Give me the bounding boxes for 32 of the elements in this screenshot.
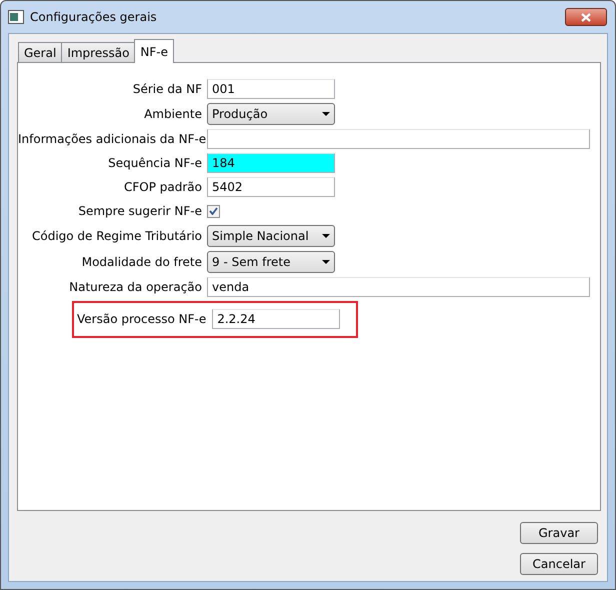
field-label: Série da NF <box>132 82 202 96</box>
caret-icon <box>322 260 330 264</box>
window-title: Configurações gerais <box>30 10 158 24</box>
dropdown[interactable]: 9 - Sem frete <box>207 251 335 273</box>
field-label: Natureza da operação <box>68 280 202 294</box>
tab[interactable]: NF-e <box>134 39 174 63</box>
field-label: Versão processo NF-e <box>77 312 206 326</box>
text-field[interactable] <box>207 129 590 149</box>
checkbox[interactable] <box>207 204 220 218</box>
text-field[interactable]: 001 <box>207 79 335 99</box>
close-button[interactable] <box>565 8 607 26</box>
caret-icon <box>322 112 330 116</box>
text-field[interactable]: 184 <box>207 153 335 173</box>
dropdown[interactable]: Produção <box>207 103 335 125</box>
field-label: Sempre sugerir NF-e <box>77 204 202 218</box>
check-icon <box>209 207 218 215</box>
text-field[interactable]: venda <box>207 277 590 297</box>
dialog-button[interactable]: Gravar <box>520 522 598 544</box>
field-label: Modalidade do frete <box>80 255 202 269</box>
dropdown[interactable]: Simple Nacional <box>207 225 335 247</box>
field-label: Ambiente <box>143 107 202 121</box>
tab[interactable]: Geral <box>18 42 62 62</box>
field-label: Código de Regime Tributário <box>30 229 202 243</box>
caret-icon <box>322 234 330 238</box>
field-label: CFOP padrão <box>123 180 202 194</box>
text-field[interactable]: 2.2.24 <box>212 309 340 329</box>
field-label: Sequência NF-e <box>107 156 202 170</box>
window-icon <box>8 10 24 24</box>
tab[interactable]: Impressão <box>61 42 136 62</box>
text-field[interactable]: 5402 <box>207 177 335 197</box>
close-icon <box>581 12 591 22</box>
dialog-button[interactable]: Cancelar <box>520 553 598 575</box>
